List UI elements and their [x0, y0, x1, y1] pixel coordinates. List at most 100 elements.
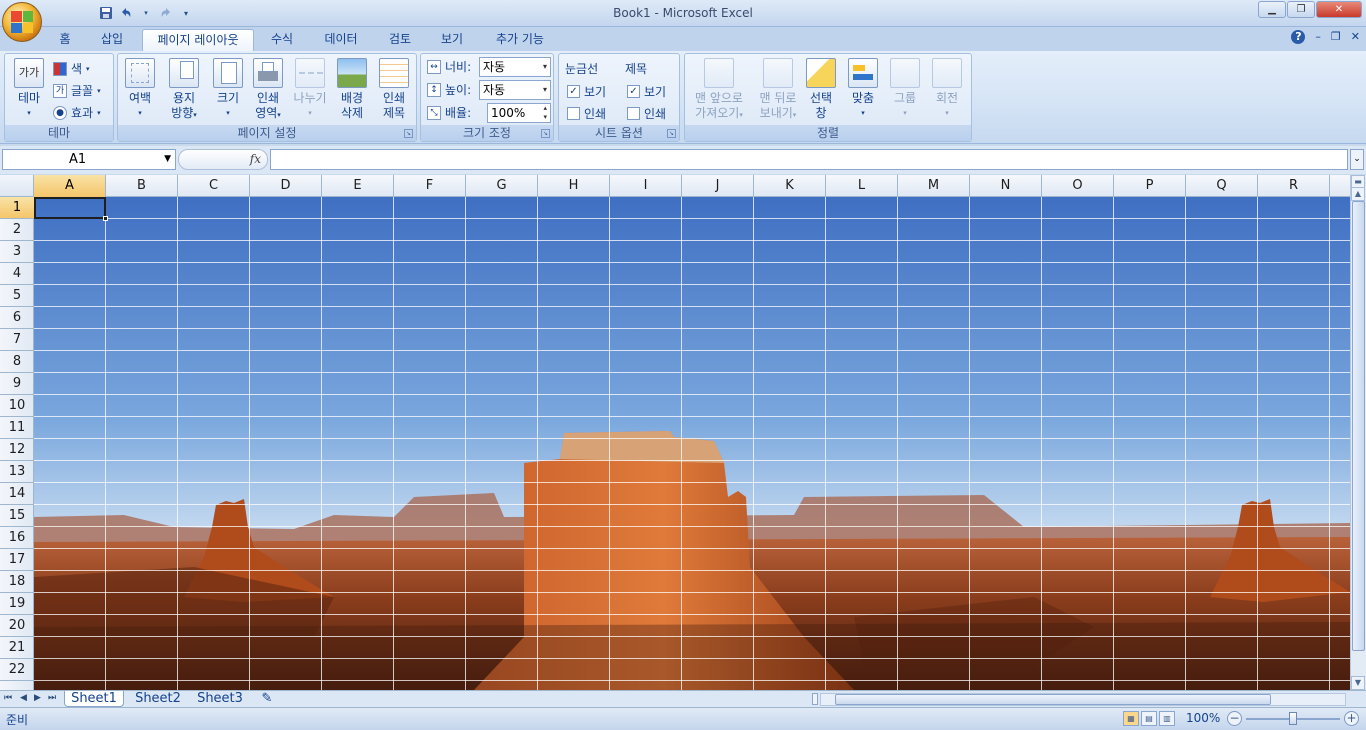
- column-header-l[interactable]: L: [826, 175, 898, 197]
- tab-addins[interactable]: 추가 기능: [484, 29, 556, 51]
- row-header-21[interactable]: 21: [0, 637, 34, 659]
- height-select[interactable]: 자동 ▾: [479, 80, 551, 100]
- rotate-button[interactable]: 회전 ▾: [927, 58, 967, 121]
- column-header-h[interactable]: H: [538, 175, 610, 197]
- active-cell-cursor[interactable]: [34, 197, 108, 221]
- group-objects-button[interactable]: 그룹 ▾: [885, 58, 925, 121]
- theme-colors-button[interactable]: 색 ▾: [53, 60, 90, 77]
- tab-page-layout[interactable]: 페이지 레이아웃: [142, 29, 254, 51]
- next-sheet-icon[interactable]: ▶: [34, 693, 41, 703]
- column-header-k[interactable]: K: [754, 175, 826, 197]
- horizontal-scroll-thumb[interactable]: [835, 694, 1271, 705]
- selection-pane-button[interactable]: 선택 창: [801, 58, 841, 121]
- horizontal-scrollbar[interactable]: [820, 693, 1346, 706]
- row-header-6[interactable]: 6: [0, 307, 34, 329]
- scroll-up-icon[interactable]: ▲: [1351, 187, 1365, 201]
- column-header-q[interactable]: Q: [1186, 175, 1258, 197]
- headings-print-checkbox[interactable]: 인쇄: [627, 105, 666, 122]
- last-sheet-icon[interactable]: ⏭: [48, 693, 56, 703]
- column-header-j[interactable]: J: [682, 175, 754, 197]
- row-header-18[interactable]: 18: [0, 571, 34, 593]
- align-button[interactable]: 맞춤 ▾: [843, 58, 883, 121]
- row-header-16[interactable]: 16: [0, 527, 34, 549]
- office-button[interactable]: [2, 2, 42, 42]
- column-header-r[interactable]: R: [1258, 175, 1330, 197]
- tab-insert[interactable]: 삽입: [90, 29, 134, 51]
- print-area-button[interactable]: 인쇄 영역▾: [246, 58, 290, 123]
- row-header-7[interactable]: 7: [0, 329, 34, 351]
- bring-to-front-button[interactable]: 맨 앞으로 가져오기▾: [687, 58, 751, 123]
- row-header-19[interactable]: 19: [0, 593, 34, 615]
- workbook-close-icon[interactable]: ✕: [1351, 30, 1360, 44]
- page-layout-view-icon[interactable]: ▤: [1141, 711, 1157, 726]
- row-header-15[interactable]: 15: [0, 505, 34, 527]
- orientation-button[interactable]: 용지 방향▾: [160, 58, 208, 123]
- headings-view-checkbox[interactable]: ✓ 보기: [627, 83, 666, 100]
- row-header-9[interactable]: 9: [0, 373, 34, 395]
- page-break-view-icon[interactable]: ▥: [1159, 711, 1175, 726]
- workbook-restore-icon[interactable]: ❐: [1331, 30, 1341, 44]
- row-header-5[interactable]: 5: [0, 285, 34, 307]
- zoom-slider-knob[interactable]: [1289, 712, 1297, 725]
- row-header-14[interactable]: 14: [0, 483, 34, 505]
- prev-sheet-icon[interactable]: ◀: [20, 693, 27, 703]
- zoom-slider[interactable]: [1246, 712, 1340, 725]
- column-header-a[interactable]: A: [34, 175, 106, 197]
- row-header-10[interactable]: 10: [0, 395, 34, 417]
- row-header-22[interactable]: 22: [0, 659, 34, 681]
- cell-area[interactable]: [34, 197, 1350, 690]
- zoom-in-icon[interactable]: +: [1344, 711, 1359, 726]
- gridlines-print-checkbox[interactable]: 인쇄: [567, 105, 606, 122]
- workbook-minimize-icon[interactable]: –: [1315, 30, 1321, 44]
- row-header-2[interactable]: 2: [0, 219, 34, 241]
- column-header-i[interactable]: I: [610, 175, 682, 197]
- maximize-button[interactable]: ❐: [1287, 1, 1315, 18]
- row-header-20[interactable]: 20: [0, 615, 34, 637]
- row-header-4[interactable]: 4: [0, 263, 34, 285]
- gridlines-view-checkbox[interactable]: ✓ 보기: [567, 83, 606, 100]
- size-button[interactable]: 크기 ▾: [208, 58, 248, 121]
- theme-effects-button[interactable]: ● 효과 ▾: [53, 104, 101, 121]
- normal-view-icon[interactable]: ▦: [1123, 711, 1139, 726]
- fill-handle[interactable]: [103, 216, 108, 221]
- row-header-12[interactable]: 12: [0, 439, 34, 461]
- scale-spinner[interactable]: 100% ▴ ▾: [487, 103, 551, 123]
- row-header-3[interactable]: 3: [0, 241, 34, 263]
- column-header-p[interactable]: P: [1114, 175, 1186, 197]
- name-box[interactable]: A1 ▼: [2, 149, 176, 170]
- tab-home[interactable]: 홈: [50, 29, 80, 51]
- first-sheet-icon[interactable]: ⏮: [4, 693, 12, 703]
- width-select[interactable]: 자동 ▾: [479, 57, 551, 77]
- chevron-down-icon[interactable]: ▼: [164, 150, 171, 169]
- column-header-f[interactable]: F: [394, 175, 466, 197]
- delete-background-button[interactable]: 배경 삭제: [330, 58, 374, 121]
- minimize-button[interactable]: ▁: [1258, 1, 1286, 18]
- column-header-n[interactable]: N: [970, 175, 1042, 197]
- breaks-button[interactable]: 나누기 ▾: [288, 58, 332, 121]
- vertical-scrollbar[interactable]: ▬ ▲ ▼: [1350, 175, 1366, 690]
- column-header-g[interactable]: G: [466, 175, 538, 197]
- scale-launcher-icon[interactable]: ↘: [541, 129, 550, 138]
- expand-formula-bar-icon[interactable]: ⌄: [1350, 149, 1364, 170]
- tab-view[interactable]: 보기: [432, 29, 472, 51]
- scroll-down-icon[interactable]: ▼: [1351, 676, 1365, 690]
- zoom-level[interactable]: 100%: [1186, 711, 1220, 725]
- sheet-tab-sheet1[interactable]: Sheet1: [64, 691, 124, 707]
- help-icon[interactable]: ?: [1291, 30, 1306, 44]
- column-header-m[interactable]: M: [898, 175, 970, 197]
- insert-sheet-icon[interactable]: ✎: [254, 691, 280, 707]
- zoom-out-icon[interactable]: −: [1227, 711, 1242, 726]
- formula-input[interactable]: [270, 149, 1348, 170]
- tab-formulas[interactable]: 수식: [262, 29, 302, 51]
- theme-fonts-button[interactable]: 가 글꼴 ▾: [53, 82, 101, 99]
- row-header-8[interactable]: 8: [0, 351, 34, 373]
- vertical-scroll-thumb[interactable]: [1352, 201, 1365, 651]
- row-header-1[interactable]: 1: [0, 197, 34, 219]
- insert-function-button[interactable]: fx: [178, 149, 268, 170]
- select-all-corner[interactable]: [0, 175, 34, 197]
- column-header-o[interactable]: O: [1042, 175, 1114, 197]
- row-header-17[interactable]: 17: [0, 549, 34, 571]
- print-titles-button[interactable]: 인쇄 제목: [372, 58, 416, 121]
- margins-button[interactable]: 여백 ▾: [120, 58, 160, 121]
- sheet-tab-sheet2[interactable]: Sheet2: [128, 691, 188, 707]
